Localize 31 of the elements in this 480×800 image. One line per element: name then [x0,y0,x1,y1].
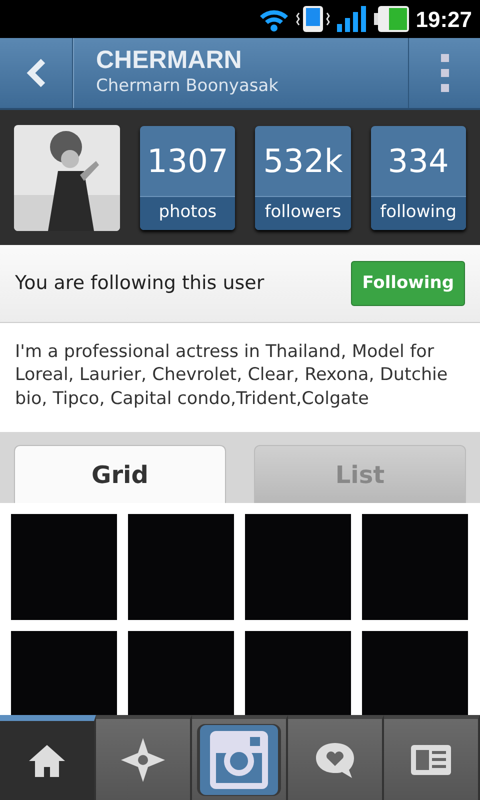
nav-tab[interactable] [96,715,192,800]
photo-tile[interactable] [11,631,117,715]
photo-tile[interactable] [128,514,234,620]
back-icon [25,58,47,88]
full-name: Chermarn Boonyasak [96,75,280,98]
signal-icon [336,5,368,33]
photo-tile[interactable] [11,514,117,620]
follow-status: You are following this user [15,271,264,296]
battery-icon [374,4,410,34]
profile-card-icon [411,744,451,774]
stat-button[interactable]: 334 following [370,126,466,230]
nav-tab[interactable] [192,715,288,800]
vibrate-icon [296,5,330,33]
photo-tile[interactable] [128,631,234,715]
stat-button[interactable]: 532k followers [255,126,351,230]
photo-tile[interactable] [362,514,468,620]
photo-tile[interactable] [362,631,468,715]
stat-button[interactable]: 1307 photos [140,126,236,230]
home-icon [27,742,67,778]
nav-tab[interactable] [0,715,96,800]
compass-star-icon [121,738,165,782]
nav-tab[interactable] [288,715,384,800]
heart-bubble-icon [314,740,356,778]
username: CHERMARN [96,46,243,74]
view-tab[interactable]: Grid [14,445,226,503]
photo-tile[interactable] [245,631,351,715]
photo-tile[interactable] [245,514,351,620]
nav-tab[interactable] [384,715,480,800]
menu-icon [440,53,450,93]
camera-icon [208,728,270,790]
clock-time: 19:27 [416,6,472,34]
